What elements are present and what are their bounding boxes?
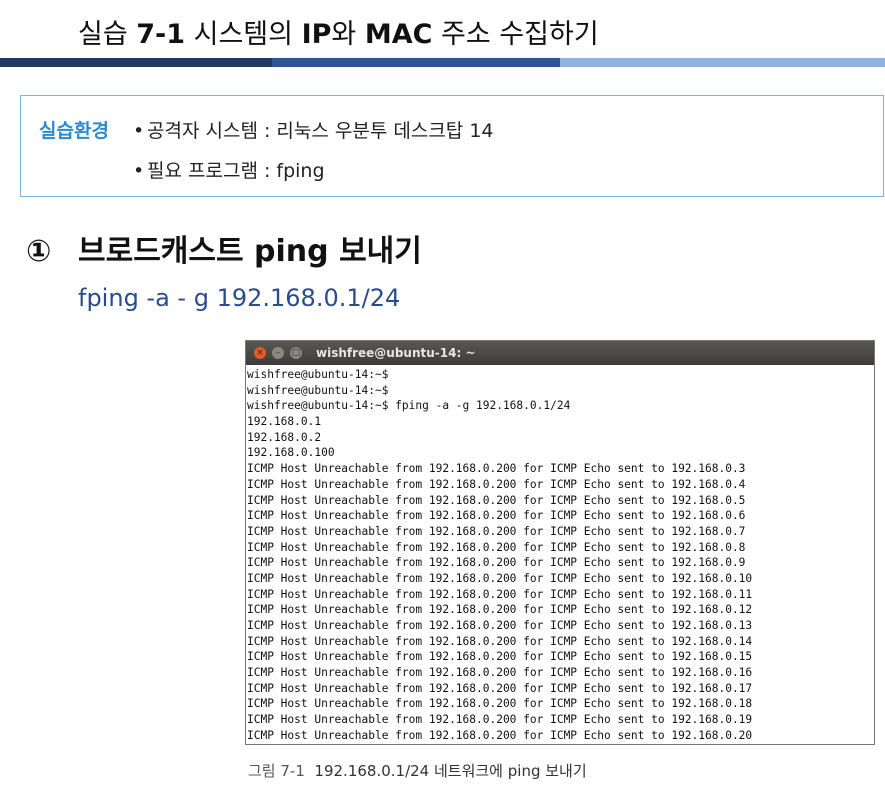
terminal-line: ICMP Host Unreachable from 192.168.0.200… xyxy=(247,666,753,680)
environment-label: 실습환경 xyxy=(39,120,109,142)
terminal-line: 192.168.0.1 xyxy=(247,415,322,429)
figure-caption: 그림 7-1 192.168.0.1/24 네트워크에 ping 보내기 xyxy=(248,760,587,781)
title-prefix: 실습 xyxy=(78,19,137,50)
terminal-line: ICMP Host Unreachable from 192.168.0.200… xyxy=(247,587,753,601)
terminal-line: ICMP Host Unreachable from 192.168.0.200… xyxy=(247,462,746,476)
terminal-line: wishfree@ubuntu-14:~$ xyxy=(247,383,389,397)
terminal-line: 192.168.0.100 xyxy=(247,446,335,460)
page-title: 실습 7-1 시스템의 IP와 MAC 주소 수집하기 xyxy=(78,12,599,51)
terminal-line: ICMP Host Unreachable from 192.168.0.200… xyxy=(247,728,753,742)
terminal-line: ICMP Host Unreachable from 192.168.0.200… xyxy=(247,477,746,491)
header-bar-light xyxy=(560,58,885,67)
terminal-line: ICMP Host Unreachable from 192.168.0.200… xyxy=(247,619,753,632)
header-bar-mid xyxy=(272,58,560,67)
terminal-titlebar[interactable]: × – □ wishfree@ubuntu-14: ~ xyxy=(246,341,874,365)
terminal-line: ICMP Host Unreachable from 192.168.0.200… xyxy=(247,603,753,617)
terminal-line: ICMP Host Unreachable from 192.168.0.200… xyxy=(247,540,746,554)
environment-item-program: • 필요 프로그램 : fping xyxy=(133,156,325,183)
step-title: 브로드캐스트 ping 보내기 xyxy=(78,234,422,269)
terminal-line: ICMP Host Unreachable from 192.168.0.200… xyxy=(247,650,753,664)
environment-box: 실습환경 • 공격자 시스템 : 리눅스 우분투 데스크탑 14 • 필요 프로그램… xyxy=(20,95,884,197)
bullet: • xyxy=(133,120,145,142)
terminal-line: ICMP Host Unreachable from 192.168.0.200… xyxy=(247,713,753,727)
terminal-line: wishfree@ubuntu-14:~$ xyxy=(247,368,389,381)
maximize-icon[interactable]: □ xyxy=(290,347,302,359)
minimize-icon[interactable]: – xyxy=(272,347,284,359)
terminal-window[interactable]: × – □ wishfree@ubuntu-14: ~ wishfree@ubu… xyxy=(245,340,875,745)
terminal-line: ICMP Host Unreachable from 192.168.0.200… xyxy=(247,493,746,507)
terminal-line: ICMP Host Unreachable from 192.168.0.200… xyxy=(247,556,746,570)
bullet: • xyxy=(133,160,145,182)
command-text: fping -a - g 192.168.0.1/24 xyxy=(78,284,401,312)
title-part1: 시스템의 xyxy=(185,19,302,50)
title-ip: IP xyxy=(301,19,332,50)
step-number: ① xyxy=(26,234,52,269)
terminal-line: wishfree@ubuntu-14:~$ fping -a -g 192.16… xyxy=(247,399,571,413)
terminal-output[interactable]: wishfree@ubuntu-14:~$ wishfree@ubuntu-14:… xyxy=(246,365,874,744)
figure-caption-text: 192.168.0.1/24 네트워크에 ping 보내기 xyxy=(314,762,587,780)
title-part2: 와 xyxy=(331,19,365,50)
terminal-line: ICMP Host Unreachable from 192.168.0.200… xyxy=(247,681,753,695)
environment-item-text: 공격자 시스템 : 리눅스 우분투 데스크탑 14 xyxy=(147,120,494,142)
environment-item-attacker: • 공격자 시스템 : 리눅스 우분투 데스크탑 14 xyxy=(133,116,494,143)
terminal-line: ICMP Host Unreachable from 192.168.0.200… xyxy=(247,634,753,648)
title-part3: 주소 수집하기 xyxy=(432,19,599,50)
terminal-line: ICMP Host Unreachable from 192.168.0.200… xyxy=(247,509,746,523)
terminal-line: ICMP Host Unreachable from 192.168.0.200… xyxy=(247,571,753,585)
header-bar-dark xyxy=(0,58,272,67)
figure-label: 그림 7-1 xyxy=(248,762,305,780)
terminal-line: ICMP Host Unreachable from 192.168.0.200… xyxy=(247,697,753,711)
terminal-title: wishfree@ubuntu-14: ~ xyxy=(316,346,476,360)
close-icon[interactable]: × xyxy=(254,347,266,359)
title-number: 7-1 xyxy=(136,19,186,50)
environment-item-text: 필요 프로그램 : fping xyxy=(147,160,325,182)
terminal-line: ICMP Host Unreachable from 192.168.0.200… xyxy=(247,524,746,538)
step-heading: ① 브로드캐스트 ping 보내기 xyxy=(26,226,422,270)
title-mac: MAC xyxy=(364,19,433,50)
terminal-line: 192.168.0.2 xyxy=(247,430,322,444)
